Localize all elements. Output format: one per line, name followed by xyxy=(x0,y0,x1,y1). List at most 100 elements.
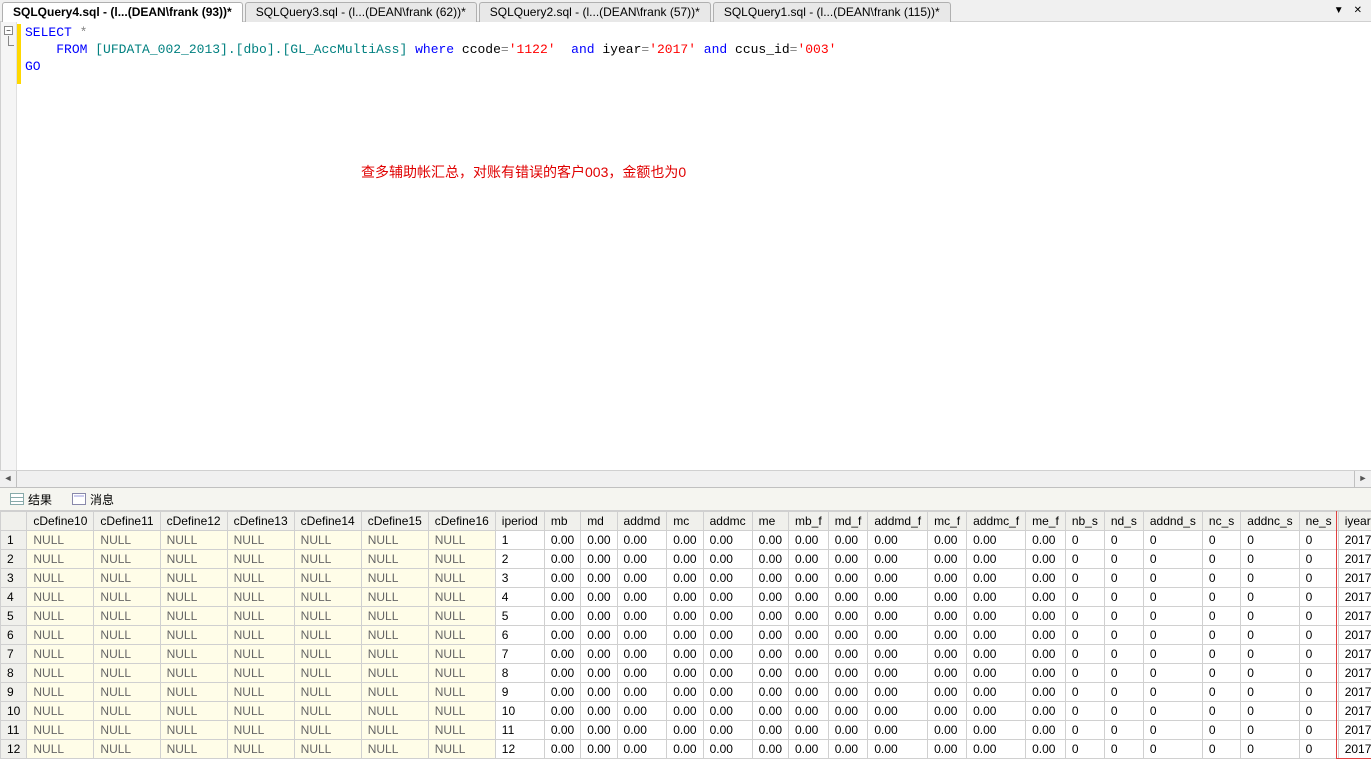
cell[interactable]: 0.00 xyxy=(667,645,703,664)
cell[interactable]: NULL xyxy=(428,588,495,607)
cell[interactable]: 0.00 xyxy=(1026,664,1066,683)
cell[interactable]: 0.00 xyxy=(967,683,1026,702)
col-header[interactable]: addmc_f xyxy=(967,512,1026,531)
cell[interactable]: 0.00 xyxy=(544,607,580,626)
cell[interactable]: 0.00 xyxy=(544,550,580,569)
cell[interactable]: 0.00 xyxy=(828,721,868,740)
table-row[interactable]: 10NULLNULLNULLNULLNULLNULLNULL100.000.00… xyxy=(1,702,1371,721)
cell[interactable]: 0.00 xyxy=(789,664,829,683)
cell[interactable]: 2017 xyxy=(1338,683,1371,702)
cell[interactable]: 0 xyxy=(1299,607,1338,626)
cell[interactable]: NULL xyxy=(27,664,94,683)
cell[interactable]: 0.00 xyxy=(928,531,967,550)
cell[interactable]: NULL xyxy=(428,550,495,569)
col-header[interactable]: cDefine13 xyxy=(227,512,294,531)
cell[interactable]: NULL xyxy=(160,588,227,607)
cell[interactable]: 0.00 xyxy=(752,550,788,569)
cell[interactable]: NULL xyxy=(160,702,227,721)
cell[interactable]: 0.00 xyxy=(617,531,667,550)
col-header[interactable]: nc_s xyxy=(1202,512,1240,531)
cell[interactable]: NULL xyxy=(294,569,361,588)
cell[interactable]: 0.00 xyxy=(544,569,580,588)
cell[interactable]: 0.00 xyxy=(868,550,928,569)
cell[interactable]: 0.00 xyxy=(581,531,617,550)
cell[interactable]: 0.00 xyxy=(581,626,617,645)
cell[interactable]: NULL xyxy=(27,588,94,607)
table-row[interactable]: 4NULLNULLNULLNULLNULLNULLNULL40.000.000.… xyxy=(1,588,1371,607)
cell[interactable]: 0.00 xyxy=(1026,721,1066,740)
cell[interactable]: 0.00 xyxy=(617,588,667,607)
cell[interactable]: 2017 xyxy=(1338,645,1371,664)
cell[interactable]: 0 xyxy=(1065,531,1104,550)
cell[interactable]: NULL xyxy=(361,721,428,740)
cell[interactable]: 0.00 xyxy=(1026,740,1066,759)
cell[interactable]: NULL xyxy=(160,626,227,645)
cell[interactable]: NULL xyxy=(94,569,160,588)
cell[interactable]: 1 xyxy=(495,531,544,550)
cell[interactable]: 0.00 xyxy=(667,588,703,607)
cell[interactable]: 0 xyxy=(1065,664,1104,683)
cell[interactable]: NULL xyxy=(94,626,160,645)
cell[interactable]: 0 xyxy=(1202,626,1240,645)
cell[interactable]: 0 xyxy=(1065,569,1104,588)
cell[interactable]: 0.00 xyxy=(868,683,928,702)
cell[interactable]: 0 xyxy=(1202,531,1240,550)
col-header[interactable]: mb xyxy=(544,512,580,531)
cell[interactable]: 0 xyxy=(1065,607,1104,626)
cell[interactable]: 0.00 xyxy=(703,740,752,759)
cell[interactable]: NULL xyxy=(428,683,495,702)
cell[interactable]: 0 xyxy=(1299,702,1338,721)
cell[interactable]: 0.00 xyxy=(967,702,1026,721)
cell[interactable]: NULL xyxy=(361,607,428,626)
cell[interactable]: 0.00 xyxy=(1026,607,1066,626)
cell[interactable]: 0.00 xyxy=(1026,626,1066,645)
cell[interactable]: 0.00 xyxy=(544,626,580,645)
cell[interactable]: 0.00 xyxy=(752,683,788,702)
cell[interactable]: 0.00 xyxy=(928,550,967,569)
cell[interactable]: NULL xyxy=(361,569,428,588)
cell[interactable]: 0.00 xyxy=(828,550,868,569)
cell[interactable]: 0.00 xyxy=(544,588,580,607)
cell[interactable]: NULL xyxy=(160,740,227,759)
col-header[interactable]: addmd xyxy=(617,512,667,531)
document-tab-3[interactable]: SQLQuery1.sql - (l...(DEAN\frank (115))* xyxy=(713,2,951,22)
cell[interactable]: 0 xyxy=(1104,740,1143,759)
cell[interactable]: 0.00 xyxy=(967,531,1026,550)
cell[interactable]: NULL xyxy=(294,683,361,702)
cell[interactable]: 0.00 xyxy=(789,645,829,664)
cell[interactable]: 0.00 xyxy=(703,702,752,721)
cell[interactable]: 0.00 xyxy=(752,645,788,664)
cell[interactable]: 2017 xyxy=(1338,702,1371,721)
cell[interactable]: 0.00 xyxy=(868,645,928,664)
cell[interactable]: NULL xyxy=(94,740,160,759)
cell[interactable]: 0.00 xyxy=(581,588,617,607)
cell[interactable]: 0 xyxy=(1143,626,1202,645)
cell[interactable]: 0 xyxy=(1143,664,1202,683)
cell[interactable]: 0 xyxy=(1065,740,1104,759)
cell[interactable]: NULL xyxy=(27,683,94,702)
col-header[interactable]: cDefine12 xyxy=(160,512,227,531)
sql-editor[interactable]: − SELECT * FROM [UFDATA_002_2013].[dbo].… xyxy=(0,22,1371,470)
cell[interactable]: NULL xyxy=(428,626,495,645)
cell[interactable]: 0.00 xyxy=(1026,550,1066,569)
cell[interactable]: 2017 xyxy=(1338,626,1371,645)
cell[interactable]: 0.00 xyxy=(581,683,617,702)
cell[interactable]: 2017 xyxy=(1338,550,1371,569)
cell[interactable]: 0.00 xyxy=(967,664,1026,683)
cell[interactable]: 0 xyxy=(1143,569,1202,588)
cell[interactable]: 0 xyxy=(1065,683,1104,702)
cell[interactable]: 0.00 xyxy=(789,721,829,740)
scroll-right-icon[interactable]: ► xyxy=(1354,471,1371,488)
cell[interactable]: NULL xyxy=(94,702,160,721)
cell[interactable]: NULL xyxy=(227,550,294,569)
cell[interactable]: 0.00 xyxy=(928,702,967,721)
cell[interactable]: 0 xyxy=(1104,683,1143,702)
cell[interactable]: NULL xyxy=(227,702,294,721)
cell[interactable]: 0.00 xyxy=(928,607,967,626)
cell[interactable]: 0.00 xyxy=(928,664,967,683)
cell[interactable]: NULL xyxy=(94,664,160,683)
cell[interactable]: 0.00 xyxy=(967,626,1026,645)
document-tab-0[interactable]: SQLQuery4.sql - (l...(DEAN\frank (93))* xyxy=(2,2,243,22)
cell[interactable]: 0.00 xyxy=(752,740,788,759)
cell[interactable]: NULL xyxy=(227,607,294,626)
